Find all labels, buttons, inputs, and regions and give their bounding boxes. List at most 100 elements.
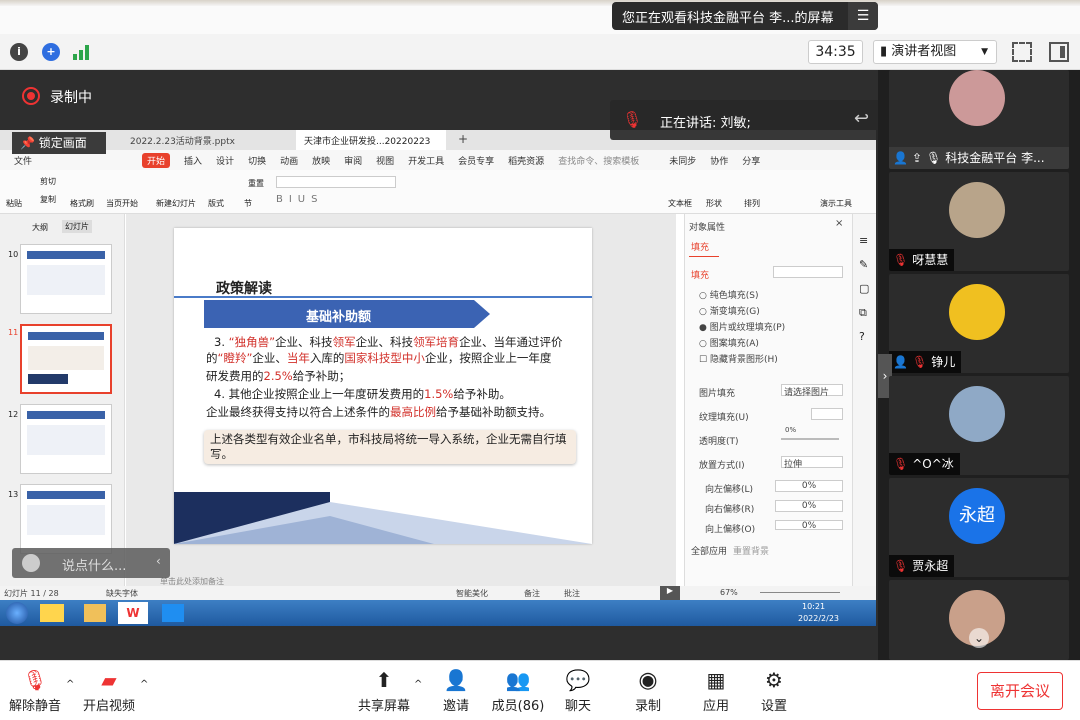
sidebar-toggle-icon[interactable] (1049, 42, 1069, 62)
share-doc-button[interactable]: 分享 (742, 154, 760, 167)
menu-view[interactable]: 视图 (376, 154, 394, 167)
offset-right-stepper[interactable]: 0% (775, 500, 843, 512)
participant-tile[interactable]: 👤 🎙 铮儿 (889, 274, 1069, 373)
menu-animation[interactable]: 动画 (280, 154, 298, 167)
play-icon[interactable]: ▶ (660, 586, 680, 600)
slide-thumbnail[interactable] (20, 404, 112, 474)
texture-select[interactable] (811, 408, 843, 420)
members-button[interactable]: 👥 成员(86) (490, 665, 546, 714)
fullscreen-icon[interactable] (1012, 42, 1032, 62)
layout-button[interactable]: 版式 (208, 198, 224, 209)
menu-slideshow[interactable]: 放映 (312, 154, 330, 167)
leave-meeting-button[interactable]: 离开会议 (977, 672, 1063, 710)
start-icon[interactable] (6, 602, 28, 624)
reset-button[interactable]: 重置 (248, 178, 264, 189)
menu-transition[interactable]: 切换 (248, 154, 266, 167)
collapse-icon[interactable]: ↩ (854, 108, 869, 129)
tab-outline[interactable]: 大纲 (32, 222, 48, 233)
collab-button[interactable]: 协作 (710, 154, 728, 167)
emoji-icon[interactable] (22, 554, 40, 572)
fill-section[interactable]: 填充 (691, 268, 709, 281)
option-picture-fill[interactable]: ● 图片或纹理填充(P) (699, 320, 785, 333)
help-icon[interactable]: ? (859, 330, 865, 343)
placement-select[interactable]: 拉伸 (781, 456, 843, 470)
share-screen-button[interactable]: ⬆ 共享屏幕 (356, 665, 412, 714)
tab-background-pptx[interactable]: 2022.2.23活动背景.pptx (130, 134, 280, 147)
folder-icon[interactable] (84, 604, 106, 622)
record-button[interactable]: ◉ 录制 (630, 665, 666, 715)
section-button[interactable]: 节 (244, 198, 252, 209)
participant-tile[interactable]: 🎙 呀慧慧 (889, 172, 1069, 271)
comments-button[interactable]: 批注 (564, 588, 580, 599)
offset-left-stepper[interactable]: 0% (775, 480, 843, 492)
fill-color-select[interactable] (773, 266, 843, 278)
present-tools-button[interactable]: 演示工具 (820, 198, 852, 209)
zoom-slider[interactable] (760, 592, 840, 593)
menu-insert[interactable]: 插入 (184, 154, 202, 167)
pin-icon[interactable]: ✎ (859, 258, 868, 271)
add-note-hint[interactable]: 单击此处添加备注 (160, 576, 224, 587)
meeting-app-icon[interactable] (162, 604, 184, 622)
reset-background-button[interactable]: 重置背景 (733, 544, 769, 557)
offset-top-stepper[interactable]: 0% (775, 520, 843, 530)
play-from-current-button[interactable]: 当页开始 (106, 198, 138, 209)
shield-icon[interactable]: + (42, 43, 60, 61)
tab-slides[interactable]: 幻灯片 (62, 220, 92, 233)
chevron-up-icon[interactable]: ^ (140, 679, 148, 690)
sync-status[interactable]: 未同步 (669, 154, 696, 167)
copy-button[interactable]: 复制 (40, 194, 56, 205)
wps-app-icon[interactable]: W (118, 602, 148, 624)
apply-all-button[interactable]: 全部应用 (691, 544, 727, 557)
text-format-buttons[interactable]: BIUS (276, 194, 323, 205)
participant-tile[interactable]: 🎙 ^O^冰 (889, 376, 1069, 475)
lock-screen-button[interactable]: 📌 锁定画面 (12, 132, 106, 154)
picture-select[interactable]: 请选择图片 (781, 384, 843, 398)
shape-icon[interactable]: ▢ (859, 282, 869, 295)
tab-policy-doc[interactable]: 天津市企业研发投...20220223 (296, 130, 446, 150)
shape-button[interactable]: 形状 (706, 198, 722, 209)
transparency-slider[interactable] (781, 438, 839, 440)
option-solid-fill[interactable]: ○ 纯色填充(S) (699, 288, 758, 301)
chevron-up-icon[interactable]: ^ (66, 679, 74, 690)
participant-tile[interactable]: 👤 ⇪ 🎙 科技金融平台 李... (889, 70, 1069, 169)
menu-file[interactable]: 文件 (14, 154, 32, 167)
font-name-select[interactable] (276, 176, 396, 188)
menu-design[interactable]: 设计 (216, 154, 234, 167)
paste-button[interactable]: 粘贴 (6, 198, 22, 209)
participant-tile[interactable] (889, 580, 1069, 660)
app-icon[interactable] (40, 604, 64, 622)
missing-font[interactable]: 缺失字体 (106, 588, 138, 599)
view-mode-dropdown[interactable]: ▮ 演讲者视图 ▼ (873, 40, 997, 64)
start-video-button[interactable]: ▰ 开启视频 (82, 665, 136, 714)
hide-background-checkbox[interactable]: ☐ 隐藏背景图形(H) (699, 352, 778, 365)
arrange-button[interactable]: 排列 (744, 198, 760, 209)
participant-tile[interactable]: 永超 🎙 贾永超 (889, 478, 1069, 577)
add-tab-icon[interactable]: + (458, 132, 468, 146)
chevron-up-icon[interactable]: ^ (414, 679, 422, 690)
new-slide-button[interactable]: 新建幻灯片 (156, 198, 196, 209)
settings-button[interactable]: ⚙ 设置 (756, 665, 792, 714)
current-slide[interactable]: 政策解读 基础补助额 3. “独角兽”企业、科技领军企业、科技领军培育企业、当年… (174, 228, 592, 544)
beautify-button[interactable]: 智能美化 (456, 588, 488, 599)
signal-icon[interactable] (72, 44, 90, 60)
menu-devtools[interactable]: 开发工具 (408, 154, 444, 167)
slide-thumbnail[interactable] (20, 244, 112, 314)
apps-button[interactable]: ▦ 应用 (698, 665, 734, 714)
command-search[interactable]: 查找命令、搜索模板 (558, 154, 639, 167)
unmute-button[interactable]: 🎙 解除静音 (8, 665, 62, 714)
menu-review[interactable]: 审阅 (344, 154, 362, 167)
format-painter-button[interactable]: 格式刷 (70, 198, 94, 209)
close-icon[interactable]: × (835, 218, 843, 229)
info-icon[interactable]: i (10, 43, 28, 61)
notes-button[interactable]: 备注 (524, 588, 540, 599)
menu-home[interactable]: 开始 (142, 152, 171, 168)
chat-input[interactable]: 说点什么... ‹ (12, 548, 170, 578)
cut-button[interactable]: 剪切 (40, 176, 56, 187)
invite-button[interactable]: 👤 邀请 (438, 665, 474, 714)
properties-icon[interactable]: ≡ (859, 234, 868, 247)
tab-fill[interactable]: 填充 (691, 240, 709, 253)
slide-thumbnail[interactable] (20, 484, 112, 554)
slide-thumbnail-selected[interactable] (20, 324, 112, 394)
copy-icon[interactable]: ⧉ (859, 306, 867, 320)
menu-docer[interactable]: 稻壳资源 (508, 154, 544, 167)
